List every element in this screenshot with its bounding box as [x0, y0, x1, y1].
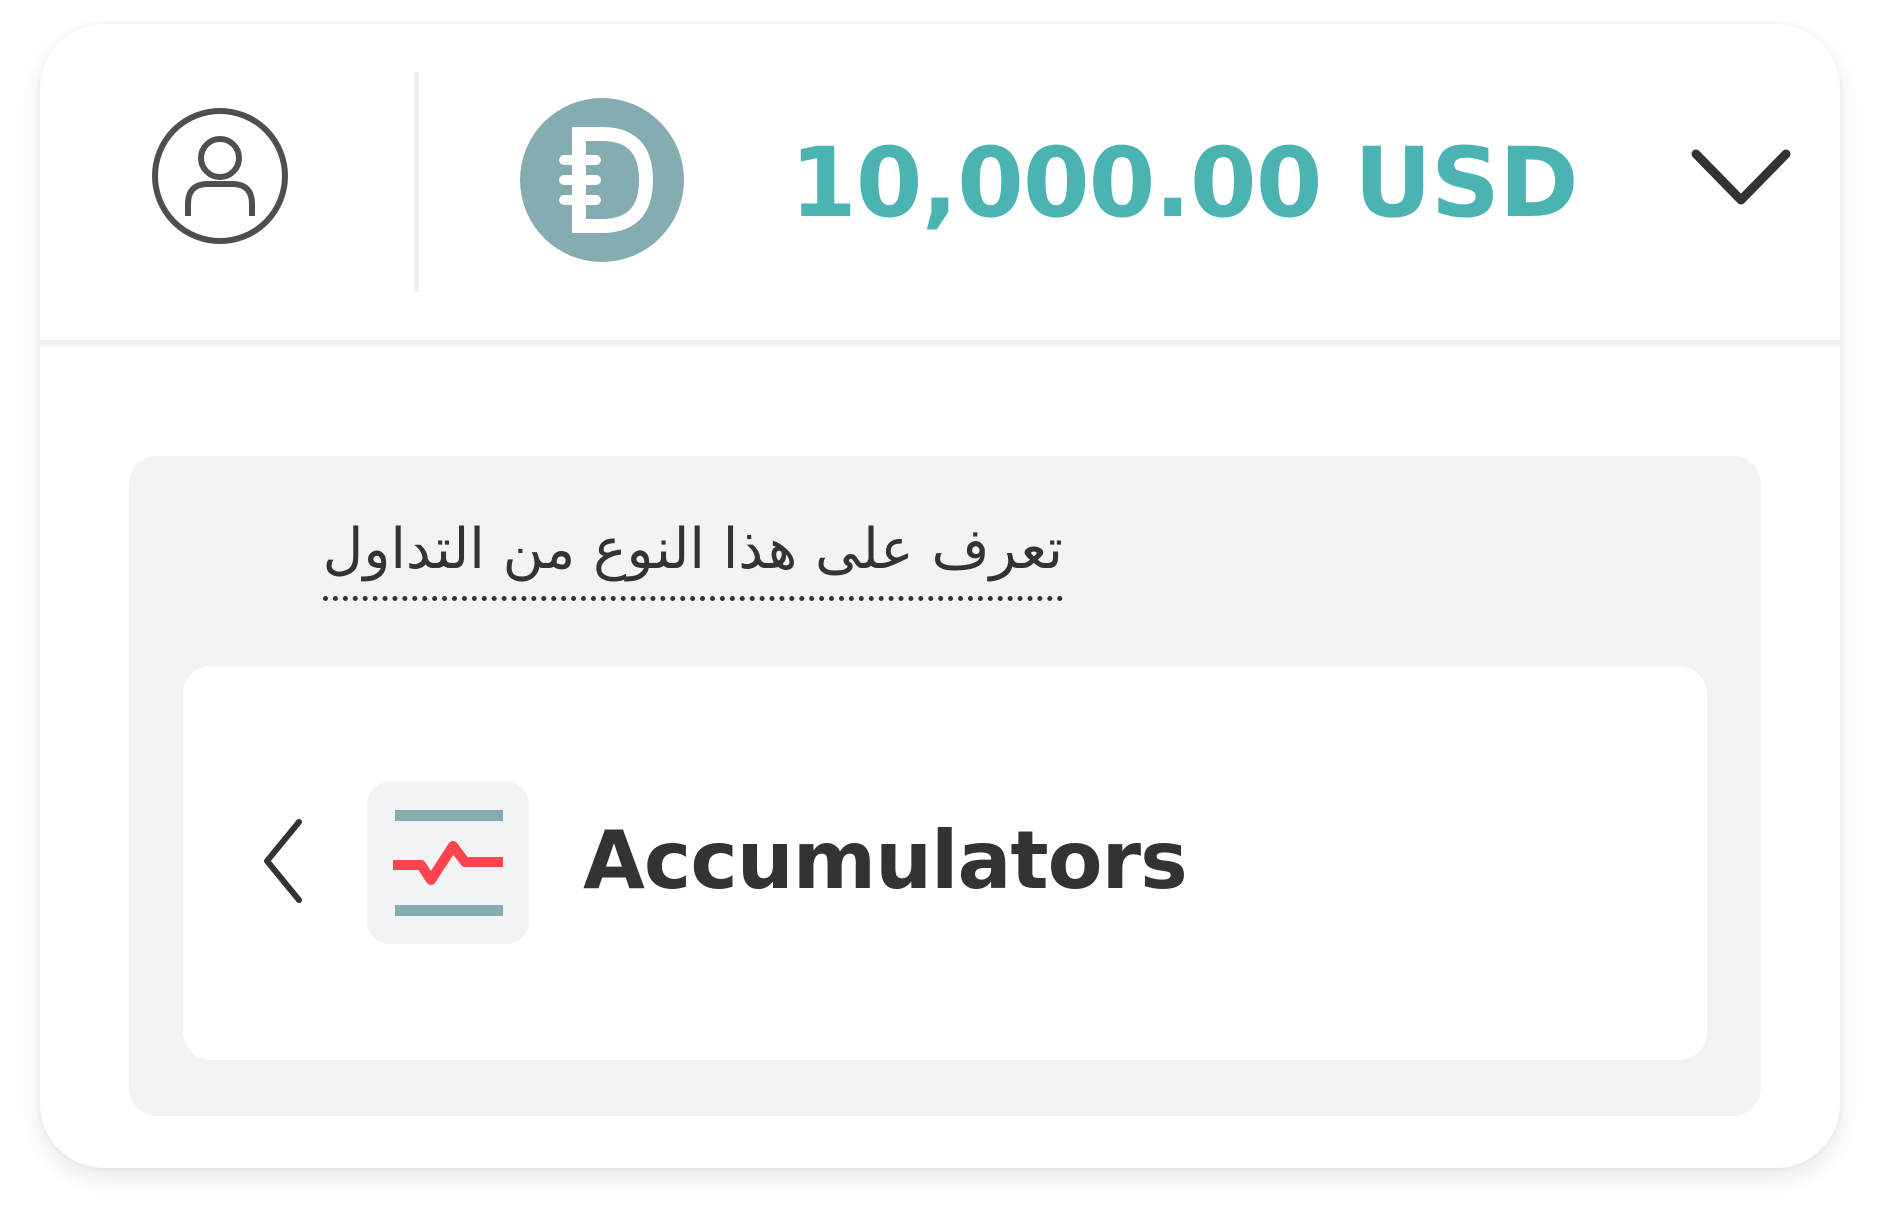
trade-type-selector[interactable]: Accumulators [183, 666, 1707, 1060]
user-circle-icon [152, 108, 288, 244]
account-switcher[interactable]: 10,000.00 USD [520, 98, 1800, 268]
account-balance: 10,000.00 USD [790, 127, 1579, 239]
trade-type-icon-container [367, 782, 529, 944]
chevron-down-icon [1691, 149, 1791, 205]
accumulators-icon [393, 810, 503, 916]
learn-about-trade-type-link[interactable]: تعرف على هذا النوع من التداول [322, 508, 1063, 601]
header-divider [414, 72, 419, 292]
trade-type-name: Accumulators [583, 814, 1188, 907]
profile-button[interactable] [150, 106, 290, 246]
deriv-demo-currency-icon [520, 98, 684, 262]
chevron-left-icon[interactable] [259, 816, 309, 906]
account-header: 10,000.00 USD [40, 24, 1840, 346]
account-info-card: 10,000.00 USD تعرف على هذا النوع من التد… [40, 24, 1840, 1168]
trade-type-info-panel: تعرف على هذا النوع من التداول Accumulato… [129, 456, 1761, 1116]
